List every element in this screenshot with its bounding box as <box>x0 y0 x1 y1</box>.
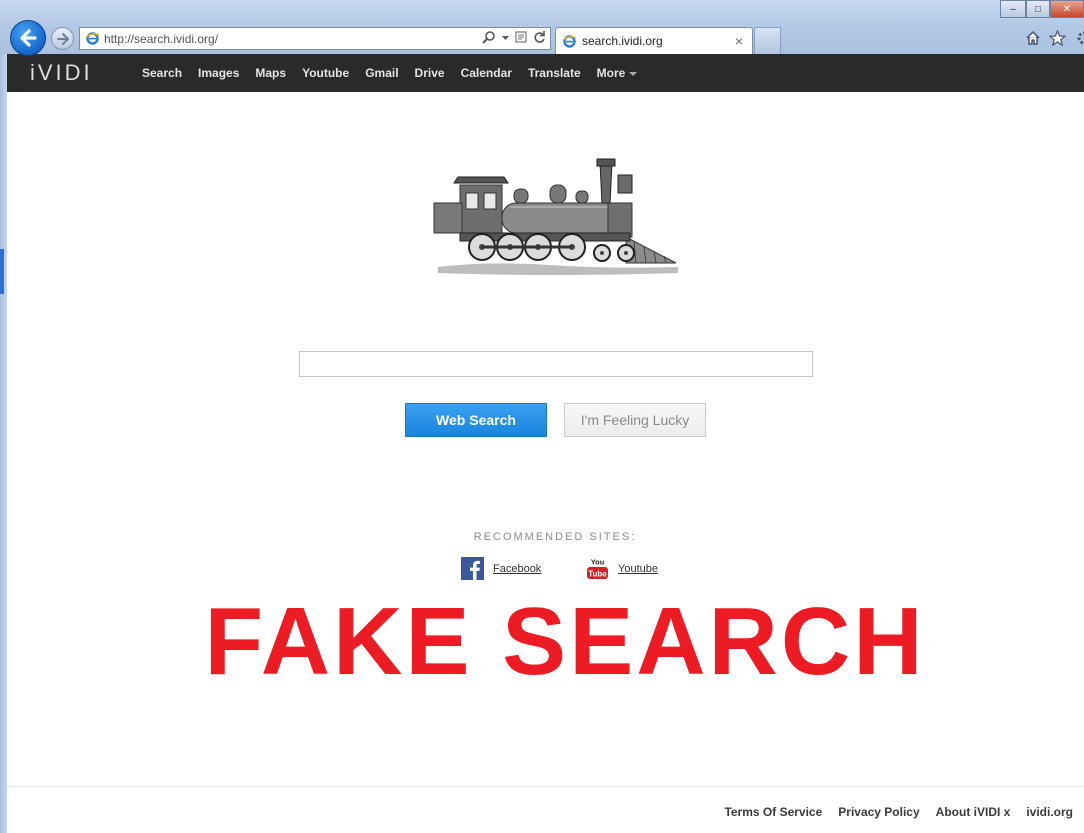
browser-chrome: search.ividi.org × – □ ✕ <box>0 0 1084 56</box>
nav-link-maps[interactable]: Maps <box>255 66 286 80</box>
youtube-link[interactable]: Youtube <box>618 563 658 575</box>
nav-more-label: More <box>596 66 626 80</box>
nav-link-gmail[interactable]: Gmail <box>365 66 398 80</box>
new-tab-button[interactable] <box>754 27 781 54</box>
web-search-button[interactable]: Web Search <box>405 403 547 437</box>
window-edge-accent <box>0 249 4 294</box>
forward-button[interactable] <box>51 27 74 50</box>
nav-link-youtube[interactable]: Youtube <box>302 66 349 80</box>
footer-link-about[interactable]: About iVIDI x <box>936 805 1011 819</box>
address-input[interactable] <box>100 29 478 48</box>
ie-icon <box>85 32 100 45</box>
minimize-button[interactable]: – <box>1000 0 1026 18</box>
browser-tab[interactable]: search.ividi.org × <box>555 27 753 54</box>
youtube-icon-text-you: You <box>591 558 605 567</box>
facebook-icon <box>461 557 484 580</box>
search-input[interactable] <box>299 351 813 377</box>
chevron-down-icon <box>629 71 638 76</box>
youtube-icon: You Tube <box>587 558 608 579</box>
address-bar[interactable] <box>79 27 551 50</box>
facebook-link[interactable]: Facebook <box>493 563 541 575</box>
compat-view-icon[interactable] <box>515 30 527 44</box>
recommended-site-facebook[interactable]: Facebook <box>461 557 541 580</box>
footer-divider <box>7 786 1084 787</box>
recommended-site-youtube[interactable]: You Tube Youtube <box>586 557 658 580</box>
ie-icon <box>562 34 577 48</box>
nav-link-translate[interactable]: Translate <box>528 66 581 80</box>
locomotive-logo-image <box>433 158 678 275</box>
nav-link-images[interactable]: Images <box>198 66 239 80</box>
home-icon[interactable] <box>1025 30 1041 46</box>
footer-links: Terms Of Service Privacy Policy About iV… <box>724 805 1073 819</box>
recommended-sites-heading: RECOMMENDED SITES: <box>473 531 637 543</box>
refresh-icon[interactable] <box>533 30 546 44</box>
back-button[interactable] <box>10 20 46 56</box>
fake-search-overlay-text: FAKE SEARCH <box>204 588 926 695</box>
back-arrow-icon <box>20 29 37 47</box>
browser-toolbar-icons <box>1025 30 1084 46</box>
footer-link-ividi[interactable]: ividi.org <box>1026 805 1073 819</box>
search-icon[interactable] <box>482 30 496 44</box>
nav-more-menu[interactable]: More <box>597 66 638 80</box>
feeling-lucky-button[interactable]: I'm Feeling Lucky <box>564 403 706 437</box>
gear-icon[interactable] <box>1074 30 1084 46</box>
nav-link-drive[interactable]: Drive <box>415 66 445 80</box>
nav-link-search[interactable]: Search <box>142 66 182 80</box>
nav-links: Search Images Maps Youtube Gmail Drive C… <box>142 66 653 80</box>
favorites-star-icon[interactable] <box>1049 30 1066 46</box>
forward-arrow-icon <box>56 32 69 45</box>
footer-link-terms[interactable]: Terms Of Service <box>724 805 822 819</box>
tab-close-icon[interactable]: × <box>732 33 746 49</box>
tab-title: search.ividi.org <box>582 34 663 48</box>
nav-link-calendar[interactable]: Calendar <box>461 66 512 80</box>
footer-link-privacy[interactable]: Privacy Policy <box>838 805 919 819</box>
close-window-button[interactable]: ✕ <box>1050 0 1084 18</box>
window-controls: – □ ✕ <box>1000 0 1084 18</box>
site-navbar: iVIDI Search Images Maps Youtube Gmail D… <box>7 54 1084 92</box>
youtube-icon-text-tube: Tube <box>588 570 607 579</box>
site-logo[interactable]: iVIDI <box>30 60 120 86</box>
maximize-button[interactable]: □ <box>1026 0 1050 18</box>
window-left-border <box>0 54 7 833</box>
dropdown-icon[interactable] <box>502 30 509 44</box>
